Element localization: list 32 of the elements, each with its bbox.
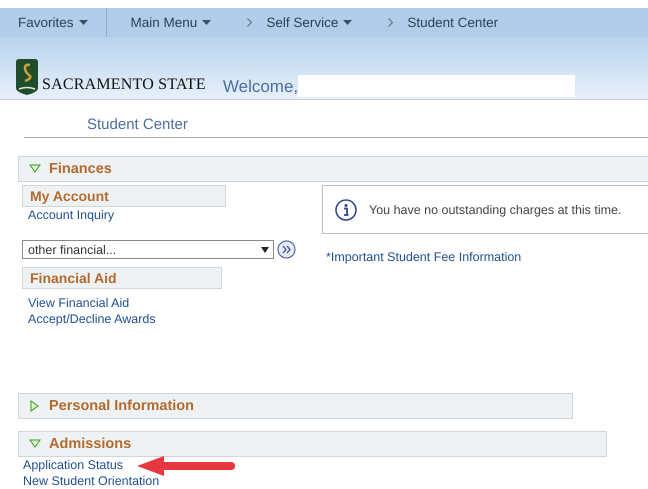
nav-menu-item[interactable]: Self Service [266, 15, 352, 30]
logo-icon [15, 58, 39, 96]
caret-icon [343, 20, 352, 25]
caret-icon [261, 246, 269, 252]
section-header[interactable]: Finances [18, 156, 648, 182]
caret-icon [202, 20, 212, 25]
page-title: Student Center [24, 116, 648, 138]
breadcrumb-chevron-icon [388, 18, 394, 27]
collapsed-triangle-icon[interactable] [29, 400, 41, 412]
subsection-header: Financial Aid [22, 267, 222, 289]
go-icon[interactable] [277, 240, 296, 259]
section-header[interactable]: Personal Information [18, 393, 573, 419]
account-link[interactable]: Account Inquiry [28, 207, 296, 223]
financial-aid-link[interactable]: Accept/Decline Awards [28, 311, 296, 327]
notice-text: You have no outstanding charges at this time. [369, 202, 622, 216]
section-link[interactable]: New Student Orientation [23, 473, 648, 489]
welcome-text: Welcome, [222, 77, 298, 97]
caret-icon [78, 20, 88, 25]
expanded-triangle-icon[interactable] [29, 438, 41, 450]
expanded-triangle-icon[interactable] [29, 163, 41, 175]
info-icon [335, 198, 357, 220]
nav-menu-item[interactable]: Main Menu [130, 15, 212, 30]
financial-select[interactable]: other financial... [22, 240, 274, 259]
nav-menu-item[interactable]: Student Center [407, 15, 498, 30]
section-link[interactable]: Application Status [23, 457, 648, 473]
fee-info-link[interactable]: *Important Student Fee Information [326, 249, 648, 265]
financial-aid-link[interactable]: View Financial Aid [28, 295, 296, 311]
subsection-header: My Account [22, 185, 226, 207]
section-header[interactable]: Admissions [18, 431, 607, 457]
nav-menu-item[interactable]: Favorites [18, 15, 88, 30]
logo-text: SACRAMENTO STATE [42, 77, 206, 93]
breadcrumb-chevron-icon [247, 18, 252, 27]
